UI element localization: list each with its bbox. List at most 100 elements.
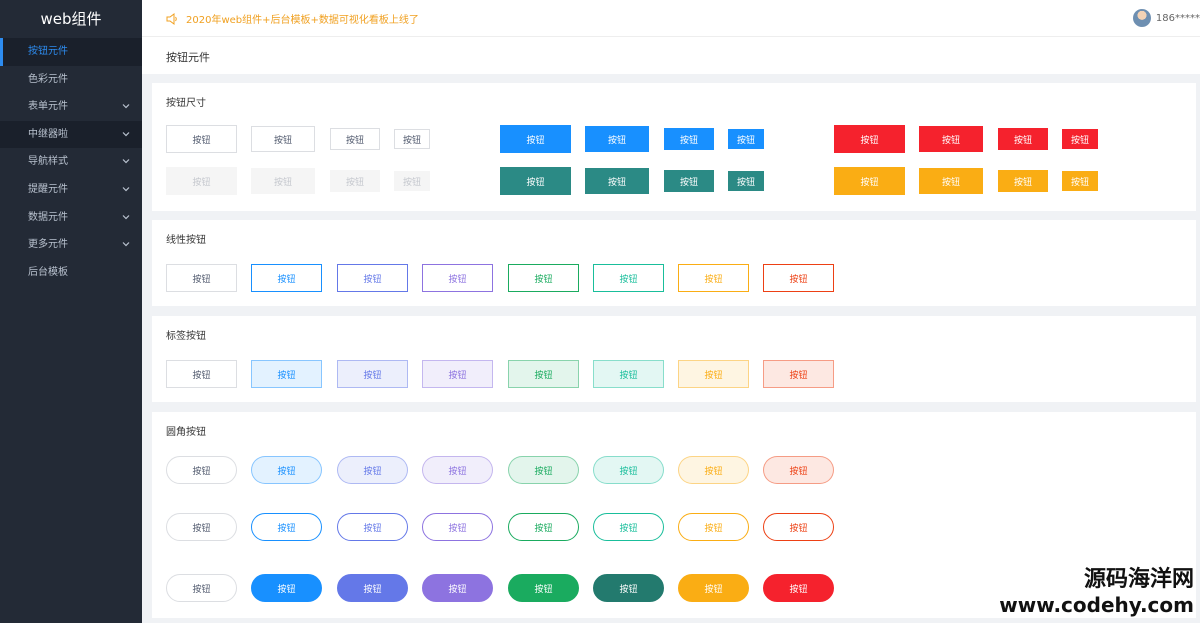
- demo-button[interactable]: 按钮: [166, 125, 237, 153]
- demo-button[interactable]: 按钮: [166, 574, 237, 602]
- demo-button[interactable]: 按钮: [593, 264, 664, 292]
- demo-button[interactable]: 按钮: [585, 168, 649, 194]
- demo-button[interactable]: 按钮: [763, 513, 834, 541]
- demo-button[interactable]: 按钮: [998, 170, 1048, 192]
- top-bar: 2020年web组件+后台模板+数据可视化看板上线了 186*****: [142, 0, 1200, 36]
- demo-button[interactable]: 按钮: [337, 574, 408, 602]
- demo-button[interactable]: 按钮: [678, 264, 749, 292]
- chevron-down-icon: [122, 159, 130, 164]
- notice-bar[interactable]: 2020年web组件+后台模板+数据可视化看板上线了: [166, 11, 419, 26]
- demo-button[interactable]: 按钮: [251, 513, 322, 541]
- demo-button[interactable]: 按钮: [508, 456, 579, 484]
- demo-button[interactable]: 按钮: [337, 360, 408, 388]
- demo-button[interactable]: 按钮: [500, 167, 571, 195]
- demo-button[interactable]: 按钮: [166, 513, 237, 541]
- sidebar-item[interactable]: 中继器啦: [0, 120, 142, 149]
- card-outline-buttons: 线性按钮 按钮 按钮 按钮 按钮 按钮 按钮 按钮 按钮: [152, 220, 1196, 306]
- page-header: 按钮元件: [142, 36, 1200, 74]
- demo-button[interactable]: 按钮: [337, 456, 408, 484]
- demo-button[interactable]: 按钮: [251, 574, 322, 602]
- demo-button[interactable]: 按钮: [422, 574, 493, 602]
- sidebar-item-label: 更多元件: [28, 239, 68, 251]
- sidebar-item[interactable]: 按钮元件: [0, 38, 142, 66]
- notice-text: 2020年web组件+后台模板+数据可视化看板上线了: [186, 15, 419, 26]
- demo-button[interactable]: 按钮: [251, 126, 315, 152]
- demo-button[interactable]: 按钮: [998, 128, 1048, 150]
- demo-button[interactable]: 按钮: [337, 513, 408, 541]
- demo-button[interactable]: 按钮: [422, 360, 493, 388]
- demo-button[interactable]: 按钮: [919, 126, 983, 152]
- demo-button[interactable]: 按钮: [585, 126, 649, 152]
- demo-button[interactable]: 按钮: [508, 513, 579, 541]
- avatar[interactable]: [1132, 9, 1151, 27]
- sidebar-item[interactable]: 提醒元件: [0, 176, 142, 204]
- demo-button[interactable]: 按钮: [664, 128, 714, 150]
- demo-button[interactable]: 按钮: [678, 574, 749, 602]
- demo-button[interactable]: 按钮: [763, 264, 834, 292]
- watermark-line2: www.codehy.com: [999, 593, 1194, 617]
- chevron-down-icon: [122, 187, 130, 192]
- sidebar-item-label: 按钮元件: [28, 46, 68, 57]
- demo-button[interactable]: 按钮: [166, 167, 237, 195]
- demo-button[interactable]: 按钮: [728, 129, 764, 149]
- demo-button[interactable]: 按钮: [664, 170, 714, 192]
- watermark-line1: 源码海洋网: [1083, 567, 1194, 592]
- chevron-down-icon: [122, 131, 130, 137]
- speaker-icon: [166, 12, 177, 25]
- demo-button[interactable]: 按钮: [593, 456, 664, 484]
- demo-button[interactable]: 按钮: [508, 360, 579, 388]
- demo-button[interactable]: 按钮: [678, 456, 749, 484]
- demo-button[interactable]: 按钮: [593, 360, 664, 388]
- card-button-size: 按钮尺寸 按钮 按钮 按钮 按钮 按钮 按钮 按钮 按钮 按钮 按钮 按钮 按钮 按钮 按钮 按钮 按钮 按钮按…: [152, 83, 1196, 211]
- demo-button[interactable]: 按钮: [763, 574, 834, 602]
- demo-button[interactable]: 按钮: [593, 513, 664, 541]
- demo-button[interactable]: 按钮: [330, 170, 380, 192]
- demo-button[interactable]: 按钮: [166, 456, 237, 484]
- demo-button[interactable]: 按钮: [508, 264, 579, 292]
- sidebar-item-label: 后台模板: [28, 266, 68, 278]
- demo-button[interactable]: 按钮: [500, 125, 571, 153]
- demo-button[interactable]: 按钮: [1062, 171, 1098, 191]
- demo-button[interactable]: 按钮: [394, 171, 430, 191]
- demo-button[interactable]: 按钮: [593, 574, 664, 602]
- watermark: 源码海洋网 www.codehy.com: [999, 561, 1194, 617]
- demo-button[interactable]: 按钮: [422, 264, 493, 292]
- username: 186*****: [1155, 12, 1200, 24]
- demo-button[interactable]: 按钮: [763, 456, 834, 484]
- demo-button[interactable]: 按钮: [422, 456, 493, 484]
- sidebar-item-label: 导航样式: [28, 156, 68, 168]
- sidebar-item-label: 提醒元件: [28, 183, 68, 195]
- demo-button[interactable]: 按钮: [678, 360, 749, 388]
- demo-button[interactable]: 按钮: [251, 264, 322, 292]
- user-menu[interactable]: 186*****: [1132, 9, 1200, 27]
- demo-button[interactable]: 按钮: [678, 513, 749, 541]
- demo-button[interactable]: 按钮: [251, 168, 315, 194]
- sidebar-item[interactable]: 数据元件: [0, 204, 142, 232]
- demo-button[interactable]: 按钮: [251, 360, 322, 388]
- demo-button[interactable]: 按钮: [166, 264, 237, 292]
- demo-button[interactable]: 按钮: [763, 360, 834, 388]
- sidebar-item[interactable]: 表单元件: [0, 93, 142, 121]
- demo-button[interactable]: 按钮: [834, 125, 905, 153]
- sidebar-item[interactable]: 后台模板: [0, 259, 142, 287]
- sidebar-menu: 按钮元件色彩元件表单元件 中继器啦导航样式提醒元件数据元件更多元件后台模板: [0, 38, 142, 286]
- sidebar-item-label: 数据元件: [28, 211, 68, 223]
- demo-button[interactable]: 按钮: [422, 513, 493, 541]
- sidebar-item-label: 色彩元件: [28, 73, 68, 85]
- sidebar-item[interactable]: 色彩元件: [0, 66, 142, 94]
- demo-button[interactable]: 按钮: [919, 168, 983, 194]
- demo-button[interactable]: 按钮: [337, 264, 408, 292]
- demo-button[interactable]: 按钮: [728, 171, 764, 191]
- demo-button[interactable]: 按钮: [834, 167, 905, 195]
- sidebar-item[interactable]: 更多元件: [0, 231, 142, 259]
- demo-button[interactable]: 按钮: [166, 360, 237, 388]
- demo-button[interactable]: 按钮: [394, 129, 430, 149]
- demo-button[interactable]: 按钮: [251, 456, 322, 484]
- sidebar-item[interactable]: 导航样式: [0, 148, 142, 176]
- demo-button[interactable]: 按钮: [1062, 129, 1098, 149]
- demo-button[interactable]: 按钮: [508, 574, 579, 602]
- demo-button[interactable]: 按钮: [330, 128, 380, 150]
- section-title-tag: 标签按钮: [166, 331, 206, 342]
- chevron-down-icon: [122, 104, 130, 109]
- section-title-round: 圆角按钮: [166, 427, 206, 438]
